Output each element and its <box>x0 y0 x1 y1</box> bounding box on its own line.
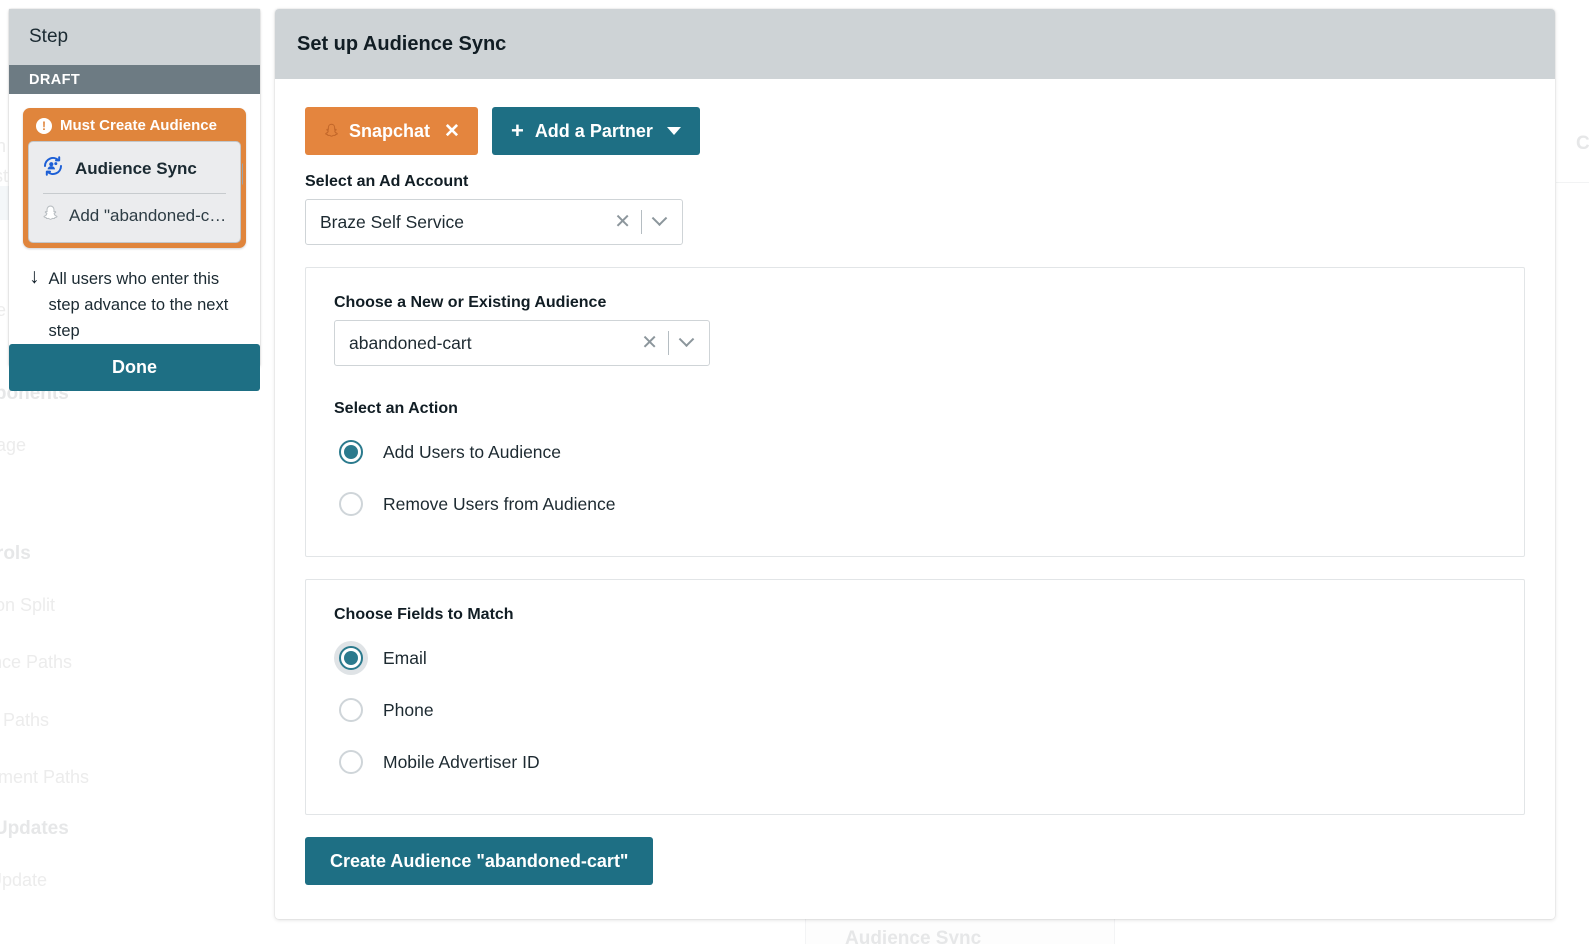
radio-label: Email <box>383 648 427 669</box>
page-title: Set up Audience Sync <box>297 33 506 56</box>
step-panel-body: ! Must Create Audience <box>9 94 260 366</box>
warning-banner: ! Must Create Audience <box>26 111 243 141</box>
spacer <box>334 366 1496 400</box>
must-create-audience-card[interactable]: ! Must Create Audience <box>23 108 246 248</box>
background-text: e Updates <box>0 818 69 840</box>
radio-indicator <box>339 698 363 722</box>
audience-sync-modal: Set up Audience Sync Snapchat ✕ + Add a … <box>275 9 1555 919</box>
radio-label: Mobile Advertiser ID <box>383 752 540 773</box>
snapchat-ghost-icon <box>323 122 340 140</box>
step-panel: Step DRAFT ! Must Create Audience <box>9 9 260 366</box>
radio-mobile-advertiser-id[interactable]: Mobile Advertiser ID <box>334 736 1496 788</box>
background-text: ssage <box>0 435 26 456</box>
audience-value: abandoned-cart <box>349 333 631 354</box>
radio-indicator <box>339 492 363 516</box>
radio-phone[interactable]: Phone <box>334 684 1496 736</box>
radio-indicator <box>339 646 363 670</box>
radio-halo <box>334 435 368 469</box>
step-status-bar: DRAFT <box>9 65 260 94</box>
add-partner-label: Add a Partner <box>535 121 653 142</box>
radio-email[interactable]: Email <box>334 632 1496 684</box>
step-panel-header: Step <box>9 9 260 65</box>
ad-account-select[interactable]: Braze Self Service ✕ <box>305 199 683 245</box>
node-subitem-label: Add "abandoned-car… <box>69 206 228 226</box>
caret-down-icon <box>667 127 681 135</box>
audience-field: Choose a New or Existing Audience abando… <box>334 294 1496 366</box>
snapchat-ghost-icon <box>41 204 60 228</box>
down-arrow-icon: ↓ <box>29 267 40 287</box>
create-audience-button[interactable]: Create Audience "abandoned-cart" <box>305 837 653 885</box>
step-panel-title: Step <box>29 26 68 48</box>
audience-action-panel: Choose a New or Existing Audience abando… <box>305 267 1525 557</box>
fields-to-match-panel: Choose Fields to Match Email Phone <box>305 579 1525 815</box>
fields-to-match-label: Choose Fields to Match <box>334 606 1496 624</box>
background-text: ntrols <box>0 543 31 565</box>
modal-body: Snapchat ✕ + Add a Partner Select an Ad … <box>275 79 1555 885</box>
background-text: ience Paths <box>0 652 72 673</box>
exclamation-circle-icon: ! <box>36 118 52 134</box>
close-x-icon[interactable]: ✕ <box>444 120 460 143</box>
radio-halo <box>334 487 368 521</box>
radio-halo <box>334 693 368 727</box>
background-text: st <box>0 166 8 187</box>
background-text: ision Split <box>0 595 55 616</box>
audience-select[interactable]: abandoned-cart ✕ <box>334 320 710 366</box>
audience-label: Choose a New or Existing Audience <box>334 294 1496 312</box>
background-text: Ca <box>1576 133 1589 155</box>
node-subitem[interactable]: Add "abandoned-car… <box>41 202 228 230</box>
background-divider <box>1556 182 1589 183</box>
close-x-icon[interactable]: ✕ <box>604 212 641 232</box>
warning-label: Must Create Audience <box>60 117 217 134</box>
add-partner-button[interactable]: + Add a Partner <box>492 107 700 155</box>
action-label: Select an Action <box>334 400 1496 418</box>
radio-label: Phone <box>383 700 434 721</box>
background-text: n <box>0 136 6 157</box>
modal-header: Set up Audience Sync <box>275 9 1555 79</box>
radio-halo <box>334 745 368 779</box>
partner-chip-snapchat[interactable]: Snapchat ✕ <box>305 107 478 155</box>
radio-add-users-to-audience[interactable]: Add Users to Audience <box>334 426 1496 478</box>
close-x-icon[interactable]: ✕ <box>631 333 668 353</box>
radio-label: Add Users to Audience <box>383 442 561 463</box>
step-connector-arrow <box>242 163 246 185</box>
ad-account-label: Select an Ad Account <box>305 173 1525 191</box>
node-divider <box>43 193 226 194</box>
chevron-down-icon[interactable] <box>669 338 703 349</box>
partner-chip-label: Snapchat <box>349 121 430 142</box>
ad-account-value: Braze Self Service <box>320 212 604 233</box>
node-title: Audience Sync <box>75 159 197 179</box>
audience-sync-icon <box>41 154 65 183</box>
done-button[interactable]: Done <box>9 344 260 391</box>
audience-sync-node[interactable]: Audience Sync Add "abandoned-car… <box>28 141 241 243</box>
radio-label: Remove Users from Audience <box>383 494 615 515</box>
action-field: Select an Action Add Users to Audience R… <box>334 400 1496 530</box>
advance-note-text: All users who enter this step advance to… <box>49 266 239 344</box>
background-text: e <box>0 300 6 321</box>
radio-remove-users-from-audience[interactable]: Remove Users from Audience <box>334 478 1496 530</box>
radio-indicator <box>339 750 363 774</box>
advance-note: ↓ All users who enter this step advance … <box>23 248 246 350</box>
partner-row: Snapchat ✕ + Add a Partner <box>305 107 1525 155</box>
plus-icon: + <box>511 120 524 142</box>
background-text: on Paths <box>0 710 49 731</box>
ad-account-field: Select an Ad Account Braze Self Service … <box>305 173 1525 245</box>
background-text: eriment Paths <box>0 767 89 788</box>
radio-indicator <box>339 440 363 464</box>
app-root: mponentsssageayntrolsision Splitience Pa… <box>0 0 1589 944</box>
background-text: Audience Sync <box>845 928 981 944</box>
chevron-down-icon[interactable] <box>642 217 676 228</box>
background-text: r Update <box>0 870 47 891</box>
status-badge: DRAFT <box>29 72 80 88</box>
node-header-row: Audience Sync <box>41 152 228 191</box>
radio-halo <box>334 641 368 675</box>
